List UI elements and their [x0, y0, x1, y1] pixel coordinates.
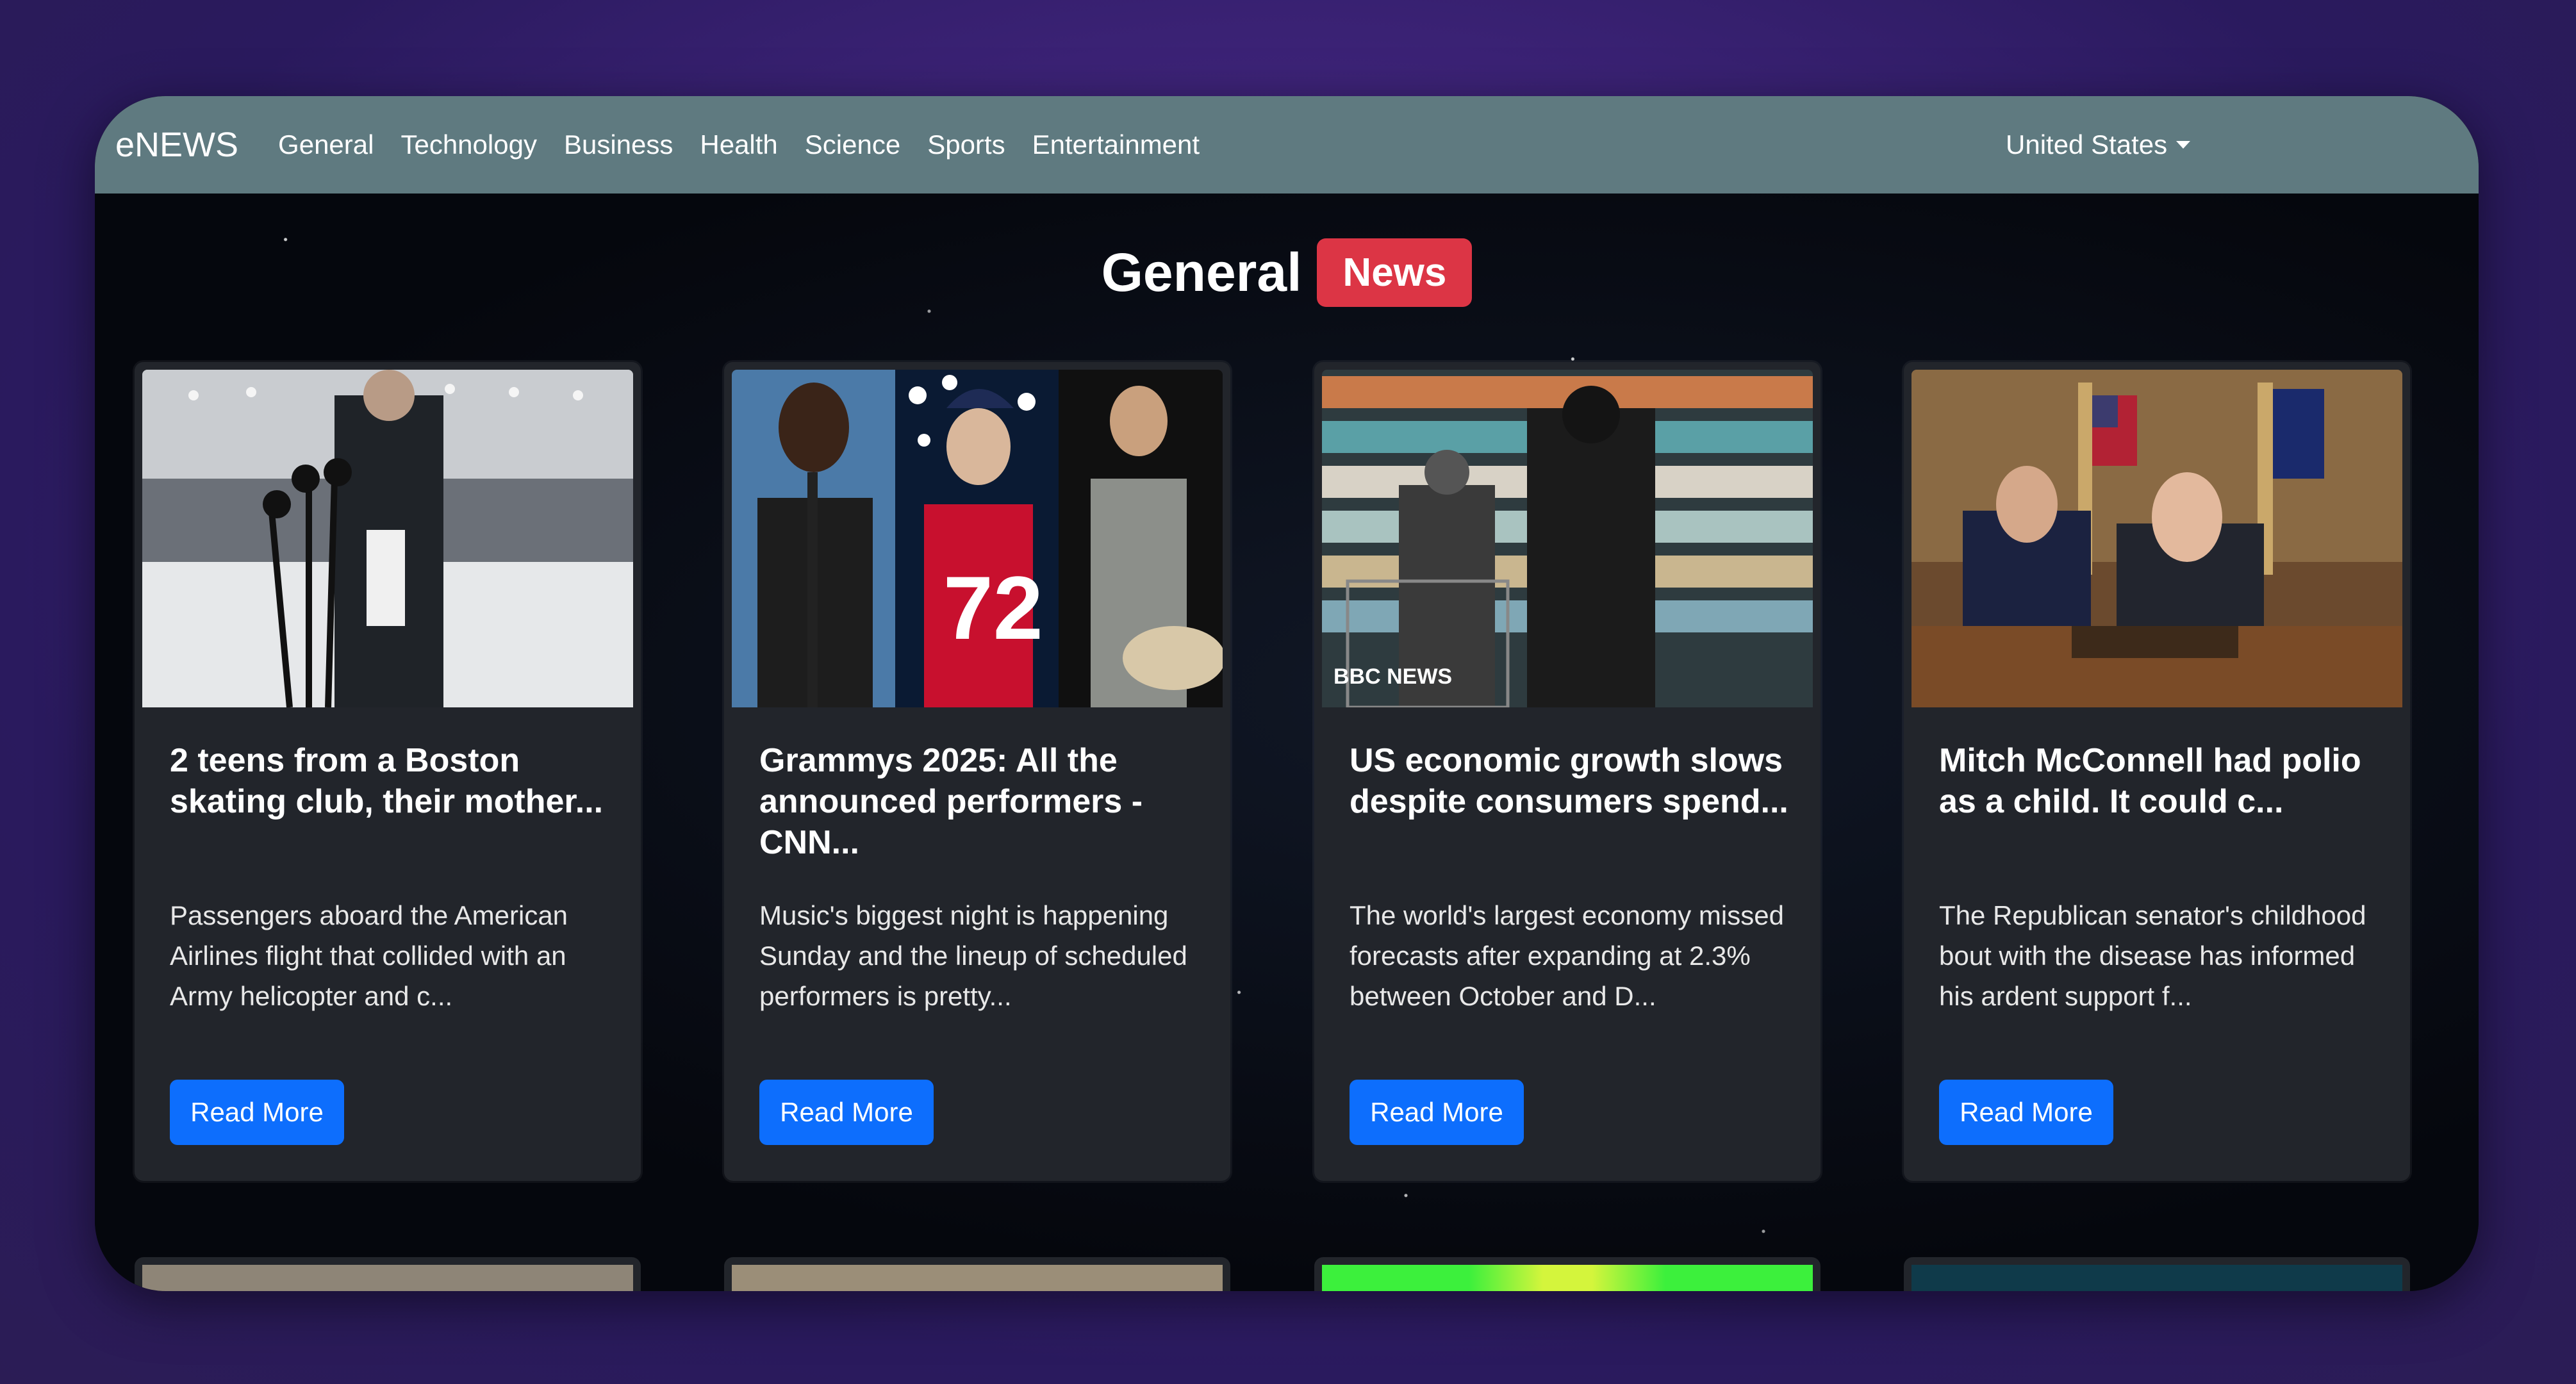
country-dropdown[interactable]: United States	[2006, 129, 2191, 160]
bbc-news-logo: BBC NEWS	[1333, 664, 1452, 689]
read-more-button[interactable]: Read More	[1350, 1080, 1524, 1145]
country-label: United States	[2006, 129, 2168, 160]
news-card: 2 teens from a Boston skating club, thei…	[135, 362, 641, 1181]
card-image[interactable]: 72	[732, 370, 1223, 707]
svg-text:72: 72	[943, 557, 1043, 658]
card-image[interactable]	[142, 1265, 633, 1291]
top-navbar: eNEWS General Technology Business Health…	[95, 96, 2479, 194]
browser-frame: eNEWS General Technology Business Health…	[95, 96, 2479, 1291]
news-card-partial	[135, 1257, 641, 1291]
card-image[interactable]	[1911, 370, 2402, 707]
read-more-button[interactable]: Read More	[1939, 1080, 2113, 1145]
read-more-button[interactable]: Read More	[759, 1080, 934, 1145]
card-title[interactable]: Mitch McConnell had polio as a child. It…	[1939, 740, 2388, 822]
news-card: Mitch McConnell had polio as a child. It…	[1904, 362, 2410, 1181]
news-card: 72 Grammys 2025: All the announced perfo…	[724, 362, 1230, 1181]
read-more-button[interactable]: Read More	[170, 1080, 344, 1145]
caret-down-icon	[2176, 141, 2191, 149]
card-title[interactable]: US economic growth slows despite consume…	[1350, 740, 1798, 822]
card-title[interactable]: Grammys 2025: All the announced performe…	[759, 740, 1208, 863]
news-card: BBC NEWS US economic growth slows despit…	[1314, 362, 1821, 1181]
news-card-partial	[1904, 1257, 2410, 1291]
card-image[interactable]: BBC NEWS	[1322, 370, 1813, 707]
card-description: The world's largest economy missed forec…	[1350, 900, 1784, 1011]
news-badge: News	[1317, 238, 1473, 307]
card-image[interactable]	[732, 1265, 1223, 1291]
nav-item-general[interactable]: General	[278, 129, 374, 160]
nav-item-science[interactable]: Science	[805, 129, 900, 160]
card-description: The Republican senator's childhood bout …	[1939, 900, 2366, 1011]
page-heading: General News	[95, 238, 2479, 307]
nav-item-entertainment[interactable]: Entertainment	[1032, 129, 1200, 160]
brand-logo[interactable]: eNEWS	[115, 125, 238, 165]
card-description: Passengers aboard the American Airlines …	[170, 900, 568, 1011]
card-description: Music's biggest night is happening Sunda…	[759, 900, 1187, 1011]
nav-item-health[interactable]: Health	[700, 129, 777, 160]
news-card-partial	[724, 1257, 1230, 1291]
nav-item-sports[interactable]: Sports	[927, 129, 1005, 160]
card-image[interactable]	[1911, 1265, 2402, 1291]
card-image[interactable]	[142, 370, 633, 707]
card-title[interactable]: 2 teens from a Boston skating club, thei…	[170, 740, 618, 822]
page-title: General	[1101, 242, 1302, 302]
news-card-partial	[1314, 1257, 1821, 1291]
card-image[interactable]	[1322, 1265, 1813, 1291]
nav-item-business[interactable]: Business	[564, 129, 673, 160]
nav-item-technology[interactable]: Technology	[400, 129, 536, 160]
bbc-news-logo-text: BBC NEWS	[1333, 664, 1453, 689]
